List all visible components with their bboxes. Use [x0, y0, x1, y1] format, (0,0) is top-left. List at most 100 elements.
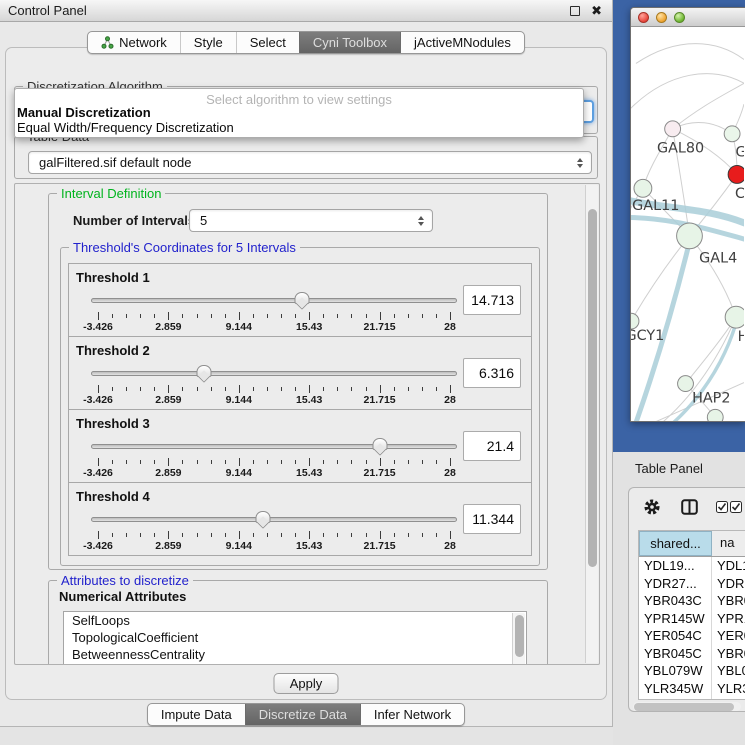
network-node-gal4[interactable]: [677, 223, 703, 249]
float-window-icon[interactable]: [570, 6, 580, 16]
network-edge[interactable]: [636, 44, 744, 64]
table-row[interactable]: YER054CYER0: [639, 627, 745, 645]
slider-track[interactable]: [91, 371, 457, 376]
cell-shared-name[interactable]: YBR045C: [639, 645, 712, 663]
threshold-value-field[interactable]: 14.713: [463, 285, 521, 315]
table-row[interactable]: YBR043CYBR0: [639, 592, 745, 610]
network-node-c[interactable]: [728, 166, 744, 184]
cell-name[interactable]: YIL0: [712, 697, 745, 700]
network-node-hap2[interactable]: [678, 376, 694, 392]
threshold-slider[interactable]: [91, 291, 457, 311]
cell-name[interactable]: YDL1: [712, 557, 745, 575]
network-node-gal11[interactable]: [634, 179, 652, 197]
slider-ticks: [98, 531, 450, 540]
cell-shared-name[interactable]: YBR043C: [639, 592, 712, 610]
network-edge[interactable]: [673, 122, 732, 133]
node-table[interactable]: shared... na YDL19...YDL1YDR27...YDR2YBR…: [638, 530, 745, 700]
threshold-slider[interactable]: [91, 364, 457, 384]
cell-name[interactable]: YDR2: [712, 575, 745, 593]
tab-style[interactable]: Style: [180, 32, 236, 53]
cell-shared-name[interactable]: YDR27...: [639, 575, 712, 593]
cell-shared-name[interactable]: YBL079W: [639, 662, 712, 680]
column-header-shared-name[interactable]: shared...: [639, 531, 712, 556]
zoom-traffic-light-icon[interactable]: [674, 12, 685, 23]
slider-track[interactable]: [91, 444, 457, 449]
cell-shared-name[interactable]: YDL19...: [639, 557, 712, 575]
threshold-value-field[interactable]: 11.344: [463, 504, 521, 534]
threshold-panel: Threshold 3 -3.4262.8599.14415.4321.7152…: [68, 409, 532, 483]
cell-name[interactable]: YLR3: [712, 680, 745, 698]
tab-cyni-toolbox[interactable]: Cyni Toolbox: [299, 32, 400, 53]
slider-thumb[interactable]: [373, 438, 388, 456]
number-of-intervals-combobox[interactable]: 5: [189, 209, 433, 232]
threshold-value-field[interactable]: 21.4: [463, 431, 521, 461]
network-canvas[interactable]: GAL80GCGAL11GAL4GCY1HHAP2: [631, 27, 744, 421]
cell-name[interactable]: YBR0: [712, 592, 745, 610]
popup-option[interactable]: Equal Width/Frequency Discretization: [15, 120, 583, 135]
table-row[interactable]: YBL079WYBL0: [639, 662, 745, 680]
network-edge[interactable]: [689, 236, 736, 317]
network-edge[interactable]: [643, 129, 673, 188]
numerical-attributes-list[interactable]: SelfLoopsTopologicalCoefficientBetweenne…: [63, 611, 527, 665]
table-data-combobox[interactable]: galFiltered.sif default node: [28, 151, 592, 174]
close-traffic-light-icon[interactable]: [638, 12, 649, 23]
cell-shared-name[interactable]: YIL052C: [639, 697, 712, 700]
tab-jactivemnodules[interactable]: jActiveMNodules: [400, 32, 524, 53]
network-node[interactable]: [707, 409, 723, 421]
slider-thumb[interactable]: [197, 365, 212, 383]
cell-name[interactable]: YBR0: [712, 645, 745, 663]
slider-scale: -3.4262.8599.14415.4321.71528: [98, 540, 450, 552]
slider-thumb[interactable]: [256, 511, 271, 529]
popup-option[interactable]: Manual Discretization: [15, 105, 583, 120]
cell-shared-name[interactable]: YLR345W: [639, 680, 712, 698]
network-edge[interactable]: [631, 74, 744, 109]
attribute-list-item[interactable]: BetweennessCentrality: [64, 646, 526, 663]
threshold-value-field[interactable]: 6.316: [463, 358, 521, 388]
network-node-gcy1[interactable]: [631, 313, 639, 329]
apply-button[interactable]: Apply: [274, 673, 339, 694]
network-node-g[interactable]: [724, 126, 740, 142]
tab-infer-network[interactable]: Infer Network: [360, 704, 464, 725]
table-row[interactable]: YIL052CYIL0: [639, 697, 745, 700]
cell-shared-name[interactable]: YPR145W: [639, 610, 712, 628]
network-node-gal80[interactable]: [665, 121, 681, 137]
settings-scrollbar[interactable]: [585, 185, 598, 663]
slider-thumb[interactable]: [295, 292, 310, 310]
column-view-icon[interactable]: [681, 499, 698, 515]
threshold-slider[interactable]: [91, 510, 457, 530]
network-edge[interactable]: [686, 317, 737, 383]
tab-select[interactable]: Select: [236, 32, 299, 53]
cell-name[interactable]: YPR1: [712, 610, 745, 628]
cell-shared-name[interactable]: YER054C: [639, 627, 712, 645]
tab-impute-data[interactable]: Impute Data: [148, 704, 245, 725]
table-panel-body: shared... na YDL19...YDL1YDR27...YDR2YBR…: [628, 487, 745, 712]
scale-label: 21.715: [364, 540, 396, 552]
table-row[interactable]: YPR145WYPR1: [639, 610, 745, 628]
tab-network[interactable]: Network: [88, 32, 180, 53]
cell-name[interactable]: YBL0: [712, 662, 745, 680]
network-node-h[interactable]: [725, 306, 744, 328]
close-icon[interactable]: ✖: [591, 0, 602, 22]
slider-track[interactable]: [91, 517, 457, 522]
threshold-slider[interactable]: [91, 437, 457, 457]
table-row[interactable]: YDR27...YDR2: [639, 575, 745, 593]
column-header-name[interactable]: na: [712, 531, 745, 556]
slider-track[interactable]: [91, 298, 457, 303]
number-of-intervals-value: 5: [200, 213, 207, 228]
attribute-list-item[interactable]: TopologicalCoefficient: [64, 629, 526, 646]
network-edge[interactable]: [631, 417, 715, 421]
minimize-traffic-light-icon[interactable]: [656, 12, 667, 23]
table-row[interactable]: YLR345WYLR3: [639, 680, 745, 698]
tab-discretize-data[interactable]: Discretize Data: [245, 704, 360, 725]
network-edge[interactable]: [673, 83, 744, 129]
scale-label: 2.859: [155, 394, 181, 406]
cell-name[interactable]: YER0: [712, 627, 745, 645]
table-horizontal-scrollbar[interactable]: [633, 702, 741, 711]
table-row[interactable]: YDL19...YDL1: [639, 557, 745, 575]
select-columns-icon[interactable]: [716, 501, 742, 513]
scale-label: 9.144: [226, 394, 252, 406]
table-row[interactable]: YBR045CYBR0: [639, 645, 745, 663]
list-scrollbar[interactable]: [512, 613, 525, 665]
attribute-list-item[interactable]: SelfLoops: [64, 612, 526, 629]
gear-icon[interactable]: [643, 498, 661, 516]
